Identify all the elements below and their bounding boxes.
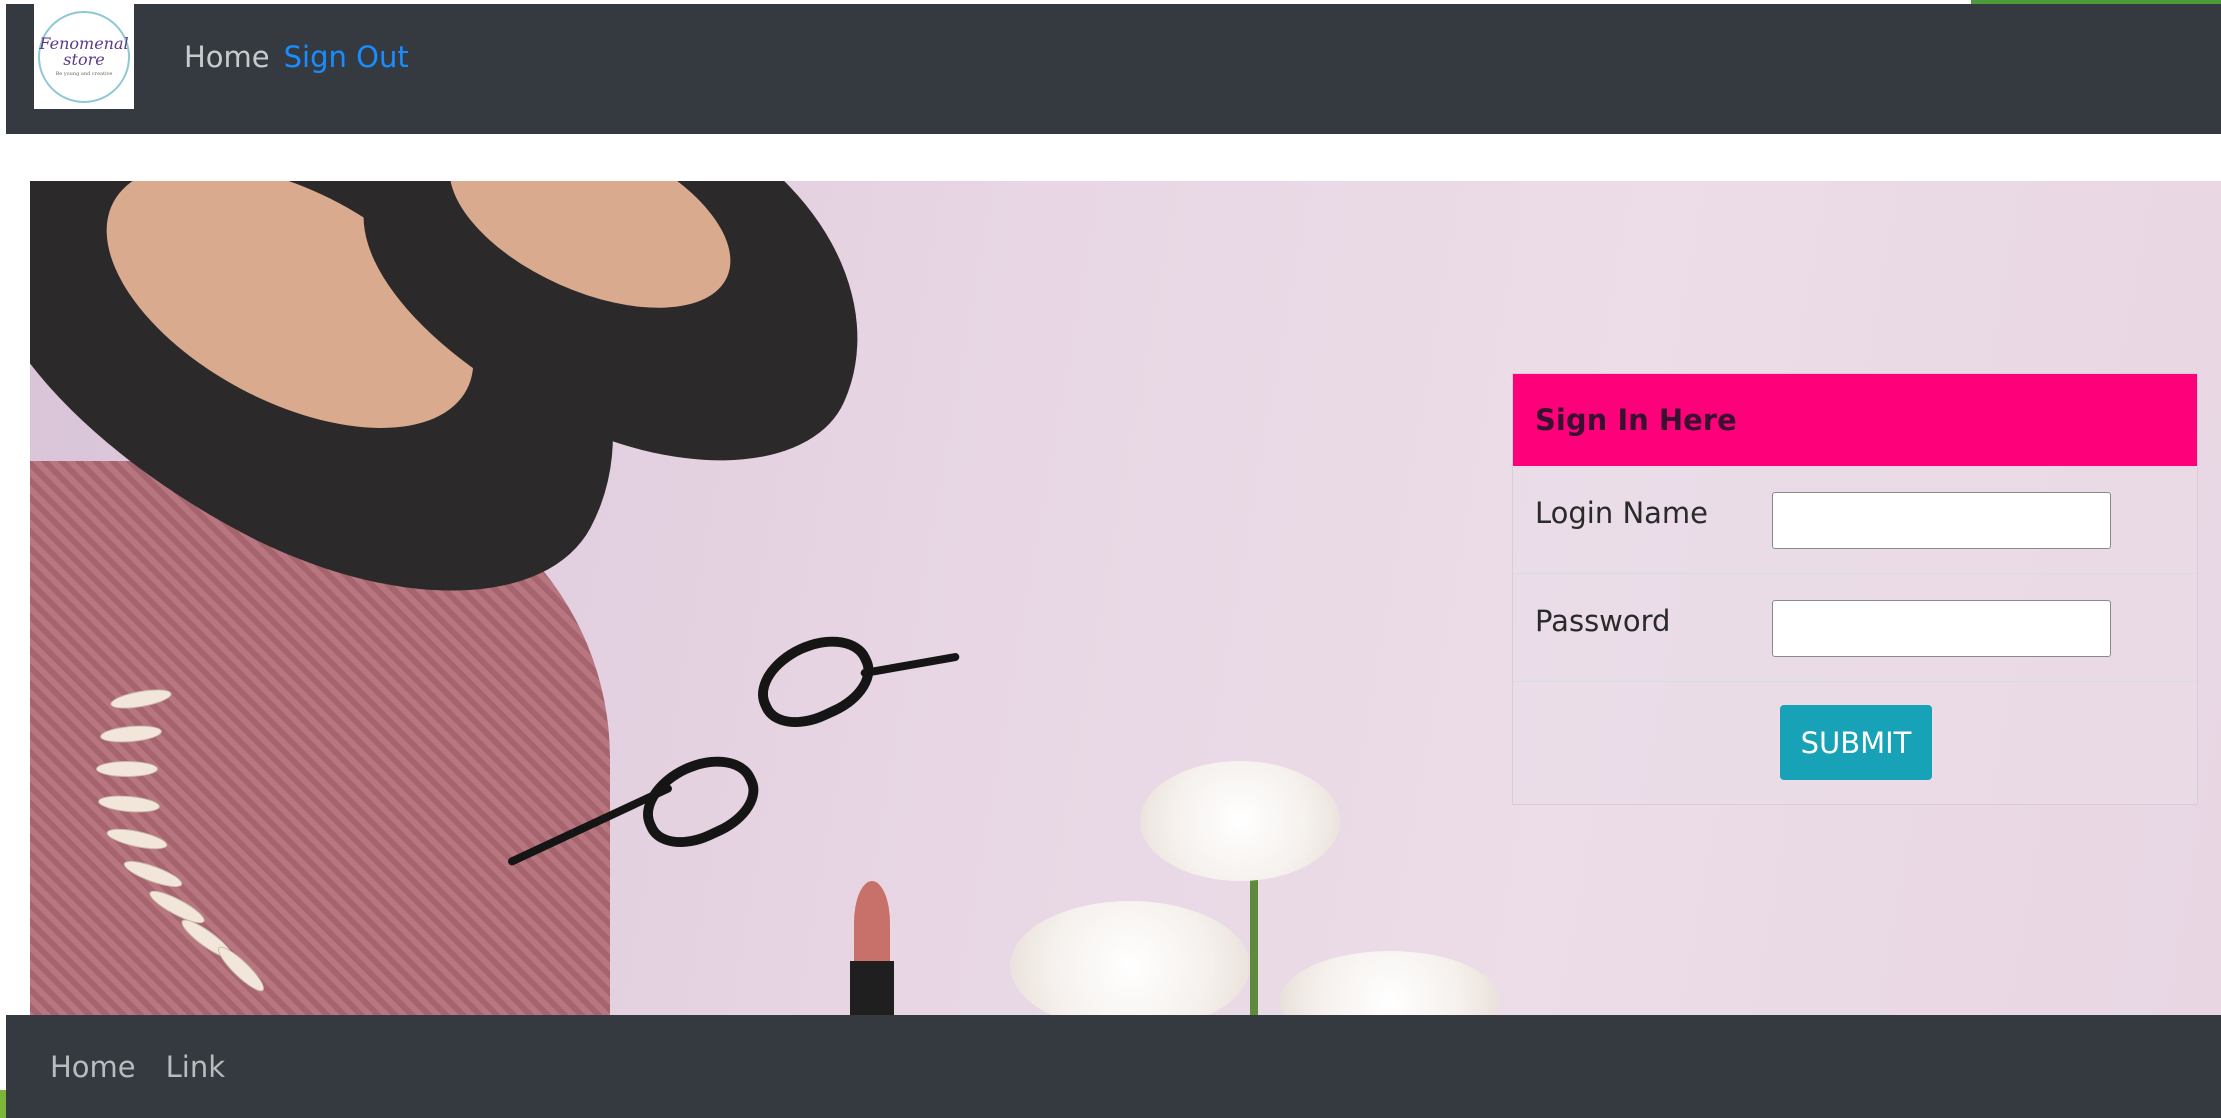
lipstick-tip (854, 881, 890, 965)
login-name-input[interactable] (1772, 492, 2111, 549)
logo-badge: Fenomenal store Be young and creative (38, 10, 130, 103)
sign-in-card: Sign In Here Login Name Password SUBMIT (1512, 373, 2198, 805)
footer-navbar: Home Link (6, 1015, 2221, 1118)
top-navbar: Fenomenal store Be young and creative Ho… (6, 4, 2221, 134)
footer-links: Home Link (50, 1050, 225, 1084)
nav-sign-out-link[interactable]: Sign Out (284, 40, 409, 74)
glasses-arm (860, 652, 960, 678)
side-accent (0, 1090, 6, 1118)
glasses-lens (743, 619, 887, 743)
login-name-label: Login Name (1535, 496, 1709, 530)
necklace-bead (96, 761, 158, 777)
footer-link[interactable]: Link (166, 1050, 225, 1084)
flower (1280, 951, 1500, 1015)
lipstick-case (850, 961, 894, 1015)
submit-button[interactable]: SUBMIT (1780, 705, 1932, 780)
sign-in-title: Sign In Here (1535, 403, 1737, 437)
logo-name-second-line: store (63, 50, 105, 69)
password-row: Password (1513, 574, 2197, 682)
corner-accent (1971, 0, 2221, 4)
submit-row: SUBMIT (1513, 682, 2197, 806)
sign-in-header: Sign In Here (1513, 374, 2197, 466)
logo-tagline: Be young and creative (55, 71, 113, 77)
password-label: Password (1535, 604, 1671, 638)
flower (1010, 901, 1250, 1015)
footer-home-link[interactable]: Home (50, 1050, 136, 1084)
nav-links: Home Sign Out (184, 40, 409, 74)
flower-stem (1250, 861, 1258, 1015)
nav-home-link[interactable]: Home (184, 40, 270, 74)
store-logo[interactable]: Fenomenal store Be young and creative (34, 4, 134, 109)
password-input[interactable] (1772, 600, 2111, 657)
login-name-row: Login Name (1513, 466, 2197, 574)
flower (1140, 761, 1340, 881)
